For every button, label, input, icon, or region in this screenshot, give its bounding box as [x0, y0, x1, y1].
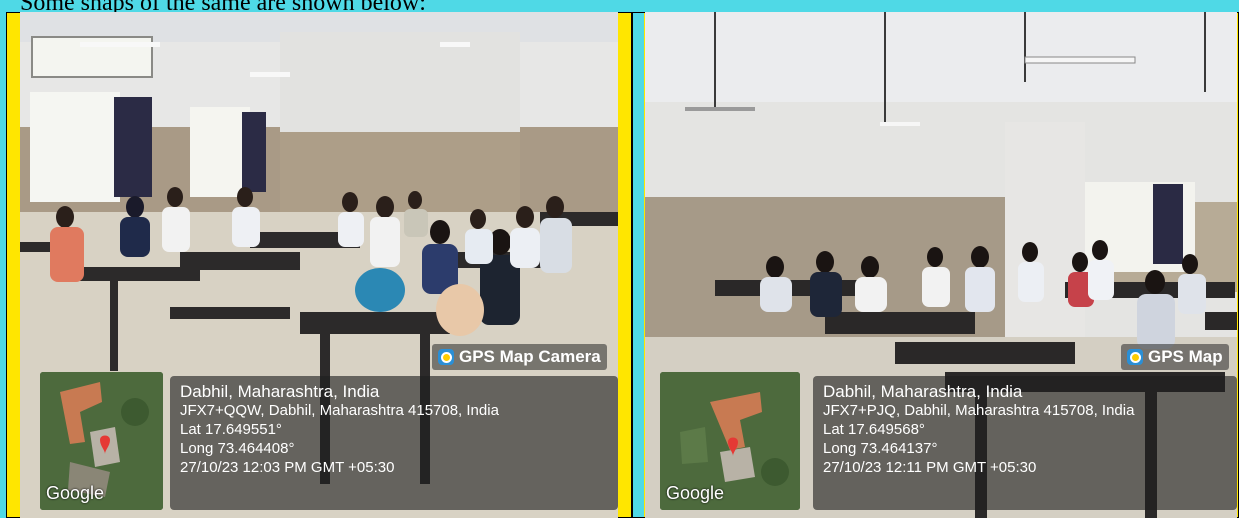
gps-camera-icon — [1127, 349, 1143, 365]
location-lat: Lat 17.649551° — [180, 421, 282, 438]
classroom-photo-1: GPS Map Camera Google Dabhil, Maharashtr… — [20, 12, 618, 518]
location-map-thumbnail: Google — [660, 372, 800, 510]
photo-frame-right: GPS Map Google Dabhil, Maharashtra, Indi… — [632, 12, 1239, 518]
gps-info-box: Dabhil, Maharashtra, India JFX7+QQW, Dab… — [170, 376, 618, 510]
location-place: Dabhil, Maharashtra, India — [823, 382, 1023, 401]
google-logo: Google — [46, 483, 105, 503]
location-datetime: 27/10/23 12:11 PM GMT +05:30 — [823, 459, 1037, 476]
gps-camera-icon — [438, 349, 454, 365]
location-lat: Lat 17.649568° — [823, 421, 925, 438]
location-address: JFX7+PJQ, Dabhil, Maharashtra 415708, In… — [823, 402, 1135, 419]
location-address: JFX7+QQW, Dabhil, Maharashtra 415708, In… — [180, 402, 499, 419]
gps-stamp-title: GPS Map — [1121, 344, 1229, 370]
photo-frame-left: GPS Map Camera Google Dabhil, Maharashtr… — [6, 12, 632, 518]
location-datetime: 27/10/23 12:03 PM GMT +05:30 — [180, 459, 395, 476]
location-map-thumbnail: Google — [40, 372, 163, 510]
location-long: Long 73.464408° — [180, 440, 295, 457]
gps-stamp-title: GPS Map Camera — [432, 344, 607, 370]
location-place: Dabhil, Maharashtra, India — [180, 382, 380, 401]
google-logo: Google — [666, 483, 725, 503]
gps-info-box: Dabhil, Maharashtra, India JFX7+PJQ, Dab… — [813, 376, 1237, 510]
classroom-photo-2: GPS Map Google Dabhil, Maharashtra, Indi… — [645, 12, 1237, 518]
location-long: Long 73.464137° — [823, 440, 938, 457]
